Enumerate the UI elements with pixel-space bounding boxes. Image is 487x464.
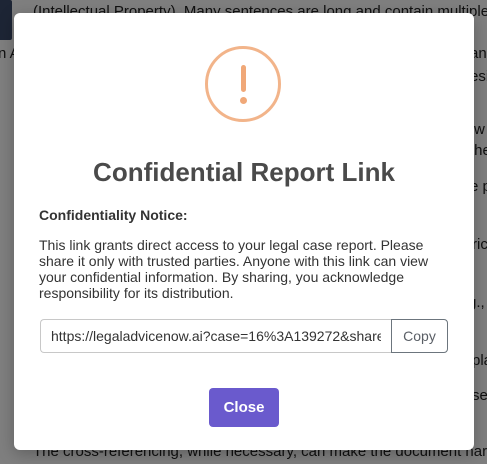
- confidential-link-dialog: Confidential Report Link Confidentiality…: [14, 13, 474, 450]
- copy-button[interactable]: Copy: [391, 319, 448, 353]
- dialog-title: Confidential Report Link: [93, 157, 395, 187]
- close-button[interactable]: Close: [209, 388, 279, 427]
- share-link-input[interactable]: [40, 319, 391, 353]
- share-link-group: Copy: [40, 319, 448, 353]
- exclamation-warning-icon: [205, 46, 281, 122]
- notice-body: This link grants direct access to your l…: [39, 237, 429, 301]
- notice-heading: Confidentiality Notice:: [39, 207, 188, 223]
